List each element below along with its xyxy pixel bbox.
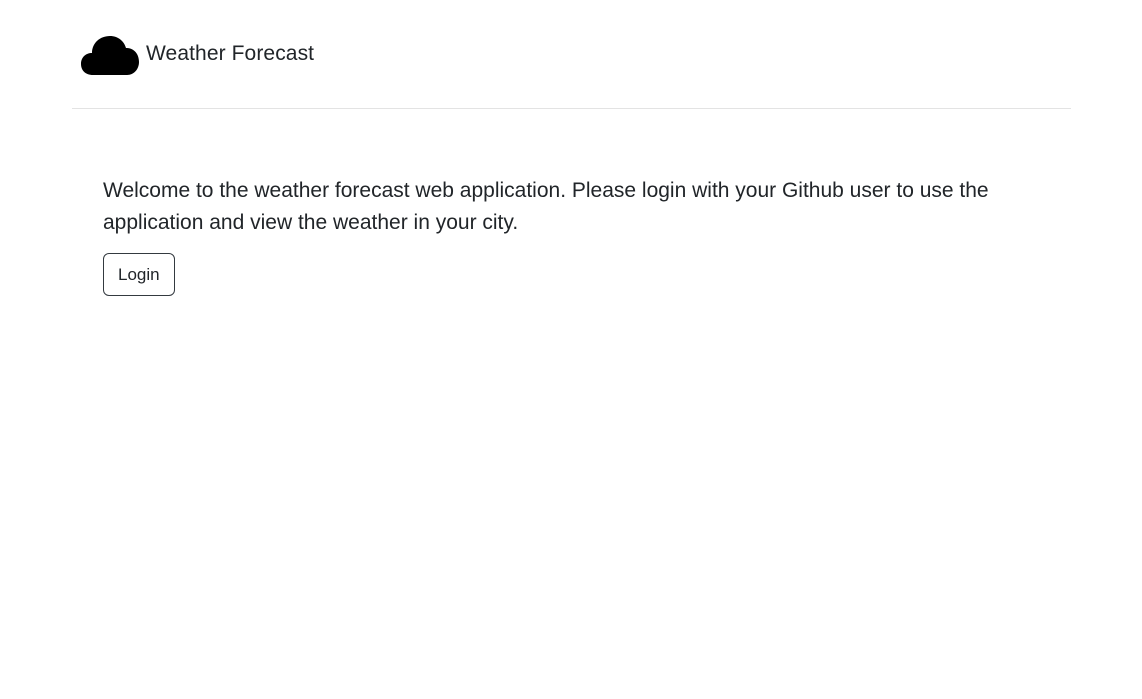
main-content: Welcome to the weather forecast web appl…	[103, 175, 1043, 296]
login-button[interactable]: Login	[103, 253, 175, 296]
welcome-message: Welcome to the weather forecast web appl…	[103, 179, 989, 234]
page: Weather Forecast Welcome to the weather …	[0, 0, 1142, 699]
top-navbar: Weather Forecast	[72, 0, 1071, 109]
brand-title: Weather Forecast	[146, 42, 315, 65]
brand-link[interactable]: Weather Forecast	[81, 33, 314, 77]
cloud-icon	[81, 36, 139, 75]
